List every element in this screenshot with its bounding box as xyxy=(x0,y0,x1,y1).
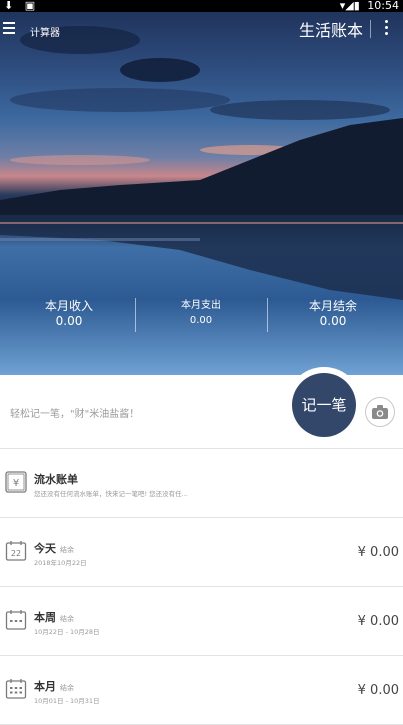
notification-icons: ⬇ ▣ xyxy=(4,0,40,12)
toolbar: 计算器 生活账本 xyxy=(0,12,403,46)
flow-bill-row[interactable]: ¥ 流水账单 您还没有任何流水账单，快来记一笔吧! 您还没有任... xyxy=(0,449,403,518)
income-label: 本月收入 xyxy=(44,299,93,313)
expense-value: 0.00 xyxy=(189,315,213,326)
period-date-range: 2018年10月22日 xyxy=(34,559,87,567)
quick-entry-bar: 轻松记一笔，"财"米油盐酱！ 记一笔 xyxy=(0,367,403,449)
income-value: 0.00 xyxy=(55,314,83,328)
ledger-icon: ¥ xyxy=(5,471,27,493)
flow-bill-subtitle: 您还没有任何流水账单，快来记一笔吧! 您还没有任... xyxy=(34,490,188,498)
expense-label: 本月支出 xyxy=(181,300,221,311)
period-title: 本周 结余 xyxy=(34,611,74,624)
record-entry-button[interactable]: 记一笔 xyxy=(286,367,362,443)
period-tag: 结余 xyxy=(60,615,74,623)
period-amount: ¥ 0.00 xyxy=(357,683,399,698)
period-tag: 结余 xyxy=(60,684,74,692)
signal-battery-icons: ▾◢▮ xyxy=(339,0,360,12)
period-row-week[interactable]: 本周 结余 10月22日 - 10月28日 ¥ 0.00 xyxy=(0,587,403,656)
period-date-range: 10月22日 - 10月28日 xyxy=(34,628,100,636)
period-amount: ¥ 0.00 xyxy=(357,545,399,560)
balance-label: 本月结余 xyxy=(308,299,357,313)
more-options-icon[interactable] xyxy=(383,20,389,38)
calendar-month-icon xyxy=(5,679,27,699)
period-row-today[interactable]: 22 今天 结余 2018年10月22日 ¥ 0.00 xyxy=(0,518,403,587)
period-title: 今天 结余 xyxy=(34,542,74,555)
svg-text:22: 22 xyxy=(11,549,21,558)
svg-text:¥: ¥ xyxy=(13,478,19,489)
calendar-week-icon xyxy=(5,610,27,630)
camera-icon xyxy=(372,405,388,419)
period-tag: 结余 xyxy=(60,546,74,554)
balance-value: 0.00 xyxy=(319,314,347,328)
status-time: 10:54 xyxy=(367,0,399,12)
monthly-balance: 本月结余 0.00 xyxy=(266,298,400,328)
period-amount: ¥ 0.00 xyxy=(357,614,399,629)
period-row-month[interactable]: 本月 结余 10月01日 - 10月31日 ¥ 0.00 xyxy=(0,656,403,725)
period-date-range: 10月01日 - 10月31日 xyxy=(34,697,100,705)
calculator-link[interactable]: 计算器 xyxy=(30,24,60,39)
monthly-income: 本月收入 0.00 xyxy=(2,298,136,328)
monthly-expense: 本月支出 0.00 xyxy=(134,298,268,328)
quick-entry-hint[interactable]: 轻松记一笔，"财"米油盐酱！ xyxy=(10,405,139,420)
record-entry-label: 记一笔 xyxy=(292,373,356,437)
camera-button[interactable] xyxy=(365,397,395,427)
flow-bill-title: 流水账单 xyxy=(34,473,78,486)
app-title: 生活账本 xyxy=(298,21,363,40)
status-bar: ⬇ ▣ ▾◢▮ 10:54 xyxy=(0,0,403,12)
toolbar-divider xyxy=(370,20,371,38)
period-title: 本月 结余 xyxy=(34,680,74,693)
monthly-summary: 本月收入 0.00 本月支出 0.00 本月结余 0.00 xyxy=(0,298,403,338)
menu-icon[interactable] xyxy=(3,22,15,34)
calendar-day-icon: 22 xyxy=(5,541,27,561)
